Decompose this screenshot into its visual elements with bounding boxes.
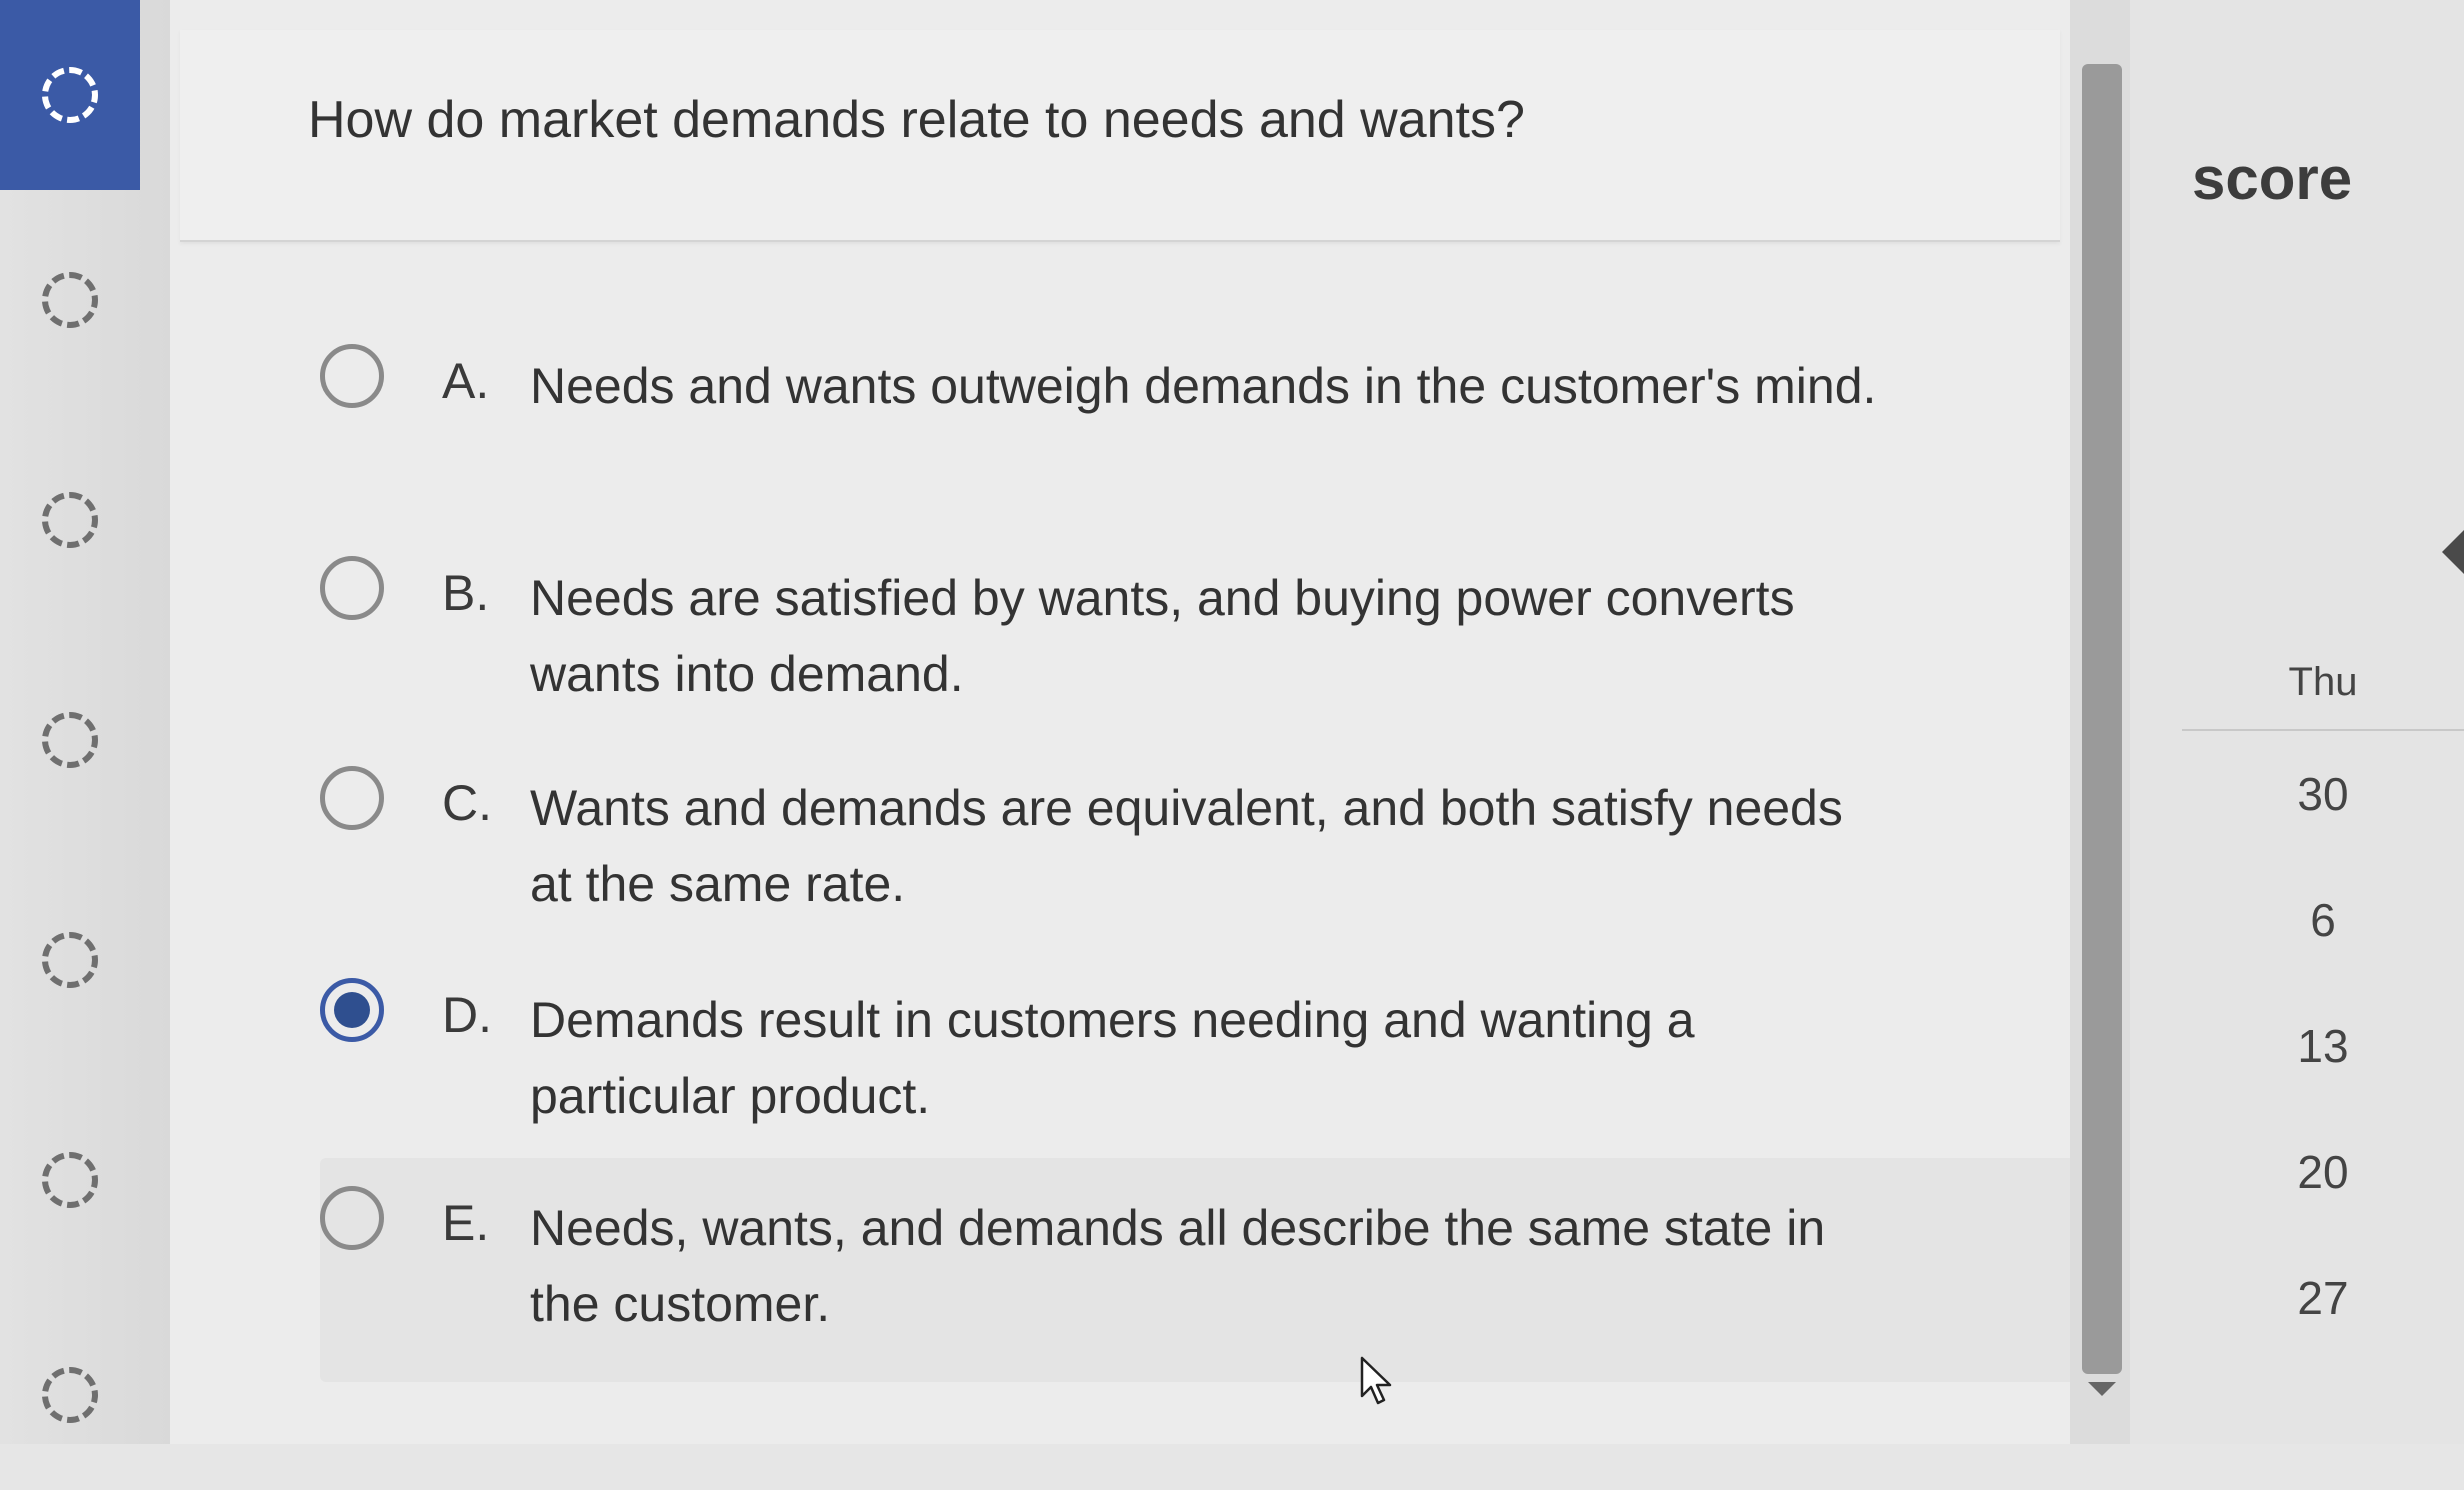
collapse-panel-icon[interactable]	[2442, 530, 2464, 574]
answer-option-a[interactable]: A. Needs and wants outweigh demands in t…	[320, 340, 2100, 530]
radio-button-b[interactable]	[320, 556, 384, 620]
radio-button-c[interactable]	[320, 766, 384, 830]
calendar-weekday-header: Thu	[2182, 660, 2464, 731]
radio-button-a[interactable]	[320, 344, 384, 408]
radio-button-e[interactable]	[320, 1186, 384, 1250]
question-text: How do market demands relate to needs an…	[308, 91, 1525, 149]
answer-text: Demands result in customers needing and …	[530, 992, 1695, 1124]
calendar-day[interactable]: 27	[2182, 1235, 2464, 1361]
scroll-down-arrow-icon[interactable]	[2088, 1382, 2116, 1396]
question-nav-item-3[interactable]	[0, 425, 140, 615]
question-nav-item-6[interactable]	[0, 1085, 140, 1275]
vertical-scrollbar[interactable]	[2070, 0, 2130, 1444]
progress-ring-icon	[42, 492, 98, 548]
answer-option-c[interactable]: C. Wants and demands are equivalent, and…	[320, 762, 2100, 952]
score-label: score	[2192, 145, 2353, 212]
answer-letter: C.	[442, 775, 492, 831]
progress-ring-icon	[42, 67, 98, 123]
calendar-day[interactable]: 20	[2182, 1109, 2464, 1235]
calendar-day[interactable]: 30	[2182, 731, 2464, 857]
answer-text: Needs are satisfied by wants, and buying…	[530, 570, 1795, 702]
answer-option-d[interactable]: D. Demands result in customers needing a…	[320, 974, 2100, 1164]
answer-option-e[interactable]: E. Needs, wants, and demands all describ…	[320, 1158, 2100, 1382]
progress-ring-icon	[42, 932, 98, 988]
question-header: How do market demands relate to needs an…	[180, 30, 2060, 242]
progress-ring-icon	[42, 1367, 98, 1423]
calendar-day[interactable]: 13	[2182, 983, 2464, 1109]
question-navigator	[0, 0, 171, 1444]
question-nav-item-4[interactable]	[0, 645, 140, 835]
question-nav-item-7[interactable]	[0, 1300, 140, 1490]
calendar-day[interactable]: 6	[2182, 857, 2464, 983]
answer-text: Needs and wants outweigh demands in the …	[530, 358, 1877, 414]
answer-text: Needs, wants, and demands all describe t…	[530, 1200, 1826, 1332]
answer-letter: B.	[442, 565, 490, 621]
calendar-column: Thu 30 6 13 20 27	[2182, 660, 2464, 1361]
answer-text: Wants and demands are equivalent, and bo…	[530, 780, 1843, 912]
answer-letter: D.	[442, 987, 492, 1043]
answer-letter: E.	[442, 1195, 490, 1251]
right-side-panel: score Thu 30 6 13 20 27	[2130, 0, 2464, 1444]
answer-letter: A.	[442, 353, 490, 409]
mouse-pointer-icon	[1360, 1356, 1392, 1405]
progress-ring-icon	[42, 272, 98, 328]
radio-button-d[interactable]	[320, 978, 384, 1042]
question-panel: How do market demands relate to needs an…	[170, 0, 2100, 1444]
scrollbar-thumb[interactable]	[2082, 64, 2122, 1374]
answer-option-b[interactable]: B. Needs are satisfied by wants, and buy…	[320, 552, 2100, 742]
question-nav-item-2[interactable]	[0, 205, 140, 395]
progress-ring-icon	[42, 1152, 98, 1208]
question-nav-item-1[interactable]	[0, 0, 140, 190]
question-nav-item-5[interactable]	[0, 865, 140, 1055]
progress-ring-icon	[42, 712, 98, 768]
